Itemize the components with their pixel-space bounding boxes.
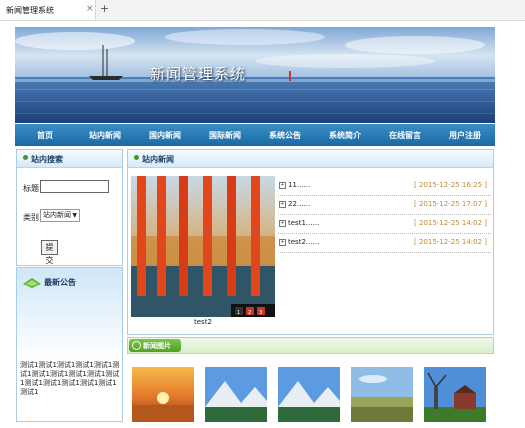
notice-content: 测试1测试1测试1测试1测试1测试1测试1测试1测试1测试1测试1测试1测试1测… (20, 361, 120, 396)
windmill-image (424, 367, 486, 422)
nav-item-announcements[interactable]: 系统公告 (255, 130, 315, 141)
news-slideshow[interactable]: 1 2 3 (131, 176, 275, 317)
submit-button[interactable]: 提交 (41, 240, 58, 265)
close-tab-icon[interactable]: × (86, 4, 94, 14)
slide-pager-3[interactable]: 3 (259, 310, 262, 316)
news-item[interactable]: + 22...... [ 2015-12-25 17:07 ] (278, 195, 491, 215)
site-news-panel: 站内新闻 1 2 3 test2 + 11...... [2015-12-25… (127, 149, 494, 335)
news-item-date: [ 2015-12-25 14:02 ] (414, 219, 487, 227)
news-item-title[interactable]: 11...... (288, 181, 310, 189)
bullet-icon: + (279, 239, 286, 246)
nav-item-register[interactable]: 用户注册 (435, 130, 495, 141)
site-search-title: 站内搜索 (31, 155, 63, 164)
site-search-panel: 站内搜索 标题 类别 站内新闻 ▼ 提交 (16, 149, 123, 266)
news-item[interactable]: + test1...... [ 2015-12-25 14:02 ] (278, 214, 491, 234)
latest-notice-panel: 最新公告 测试1测试1测试1测试1测试1测试1测试1测试1测试1测试1测试1测试… (16, 267, 123, 422)
landscape-image (205, 367, 267, 422)
nav-item-domestic-news[interactable]: 国内新闻 (135, 130, 195, 141)
meadow-image (351, 367, 413, 422)
nav-item-guestbook[interactable]: 在线留言 (375, 130, 435, 141)
news-item-title[interactable]: test1...... (288, 219, 319, 227)
news-item-date: [ 2015-12-25 14:02 ] (414, 238, 487, 246)
bullet-icon: + (279, 182, 286, 189)
news-picture-thumbnail[interactable] (424, 367, 486, 422)
news-item[interactable]: + test2...... [ 2015-12-25 14:02 ] (278, 233, 491, 253)
bullet-icon: + (279, 201, 286, 208)
category-select-value: 站内新闻 (43, 211, 71, 219)
browser-tab[interactable]: 新闻管理系统 × (0, 0, 96, 20)
site-banner: 新闻管理系统 (15, 27, 495, 123)
megaphone-icon (23, 278, 41, 288)
title-search-input[interactable] (40, 180, 109, 193)
bullet-icon (134, 155, 139, 160)
site-news-header: 站内新闻 (128, 150, 493, 168)
news-item[interactable]: + 11...... [ 2015-12-25 16:25 ] (278, 176, 491, 196)
banner-title: 新闻管理系统 (150, 65, 247, 83)
news-pictures-tab: 新闻图片 (129, 339, 181, 352)
chevron-down-icon: ▼ (72, 212, 77, 219)
browser-tab-title: 新闻管理系统 (6, 6, 54, 15)
banner-seascape-image (15, 27, 495, 123)
category-select[interactable]: 站内新闻 ▼ (40, 209, 80, 222)
nav-item-about[interactable]: 系统简介 (315, 130, 375, 141)
news-item-title[interactable]: 22...... (288, 200, 310, 208)
slide-pager-1[interactable]: 1 (237, 310, 240, 316)
site-news-title: 站内新闻 (142, 155, 174, 164)
landscape-image (278, 367, 340, 422)
main-nav: 首页 站内新闻 国内新闻 国际新闻 系统公告 系统简介 在线留言 用户注册 (15, 124, 495, 146)
site-search-header: 站内搜索 (17, 150, 122, 168)
news-item-date: [ 2015-12-25 16:25 ] (414, 181, 487, 189)
category-label: 类别 (23, 213, 39, 222)
slideshow-image: 1 2 3 (131, 176, 275, 317)
news-pictures-section: 新闻图片 (127, 337, 494, 425)
new-tab-icon[interactable]: + (98, 3, 111, 16)
nav-item-international-news[interactable]: 国际新闻 (195, 130, 255, 141)
title-label: 标题 (23, 184, 39, 193)
bullet-icon (23, 155, 28, 160)
news-picture-thumbnail[interactable] (132, 367, 194, 422)
slide-pager-2[interactable]: 2 (248, 310, 251, 316)
nav-item-home[interactable]: 首页 (15, 130, 75, 141)
sunset-image (132, 367, 194, 422)
news-item-date: [ 2015-12-25 17:07 ] (414, 200, 487, 208)
bullet-icon: + (279, 220, 286, 227)
news-pictures-title: 新闻图片 (143, 342, 171, 350)
slide-caption[interactable]: test2 (194, 318, 212, 326)
news-picture-thumbnail[interactable] (205, 367, 267, 422)
browser-tab-bar: 新闻管理系统 × + (0, 0, 525, 21)
news-pictures-header: 新闻图片 (127, 337, 494, 354)
nav-item-site-news[interactable]: 站内新闻 (75, 130, 135, 141)
latest-notice-title: 最新公告 (44, 278, 76, 287)
news-item-title[interactable]: test2...... (288, 238, 319, 246)
news-picture-thumbnail[interactable] (351, 367, 413, 422)
news-picture-thumbnail[interactable] (278, 367, 340, 422)
circle-icon (132, 341, 141, 350)
